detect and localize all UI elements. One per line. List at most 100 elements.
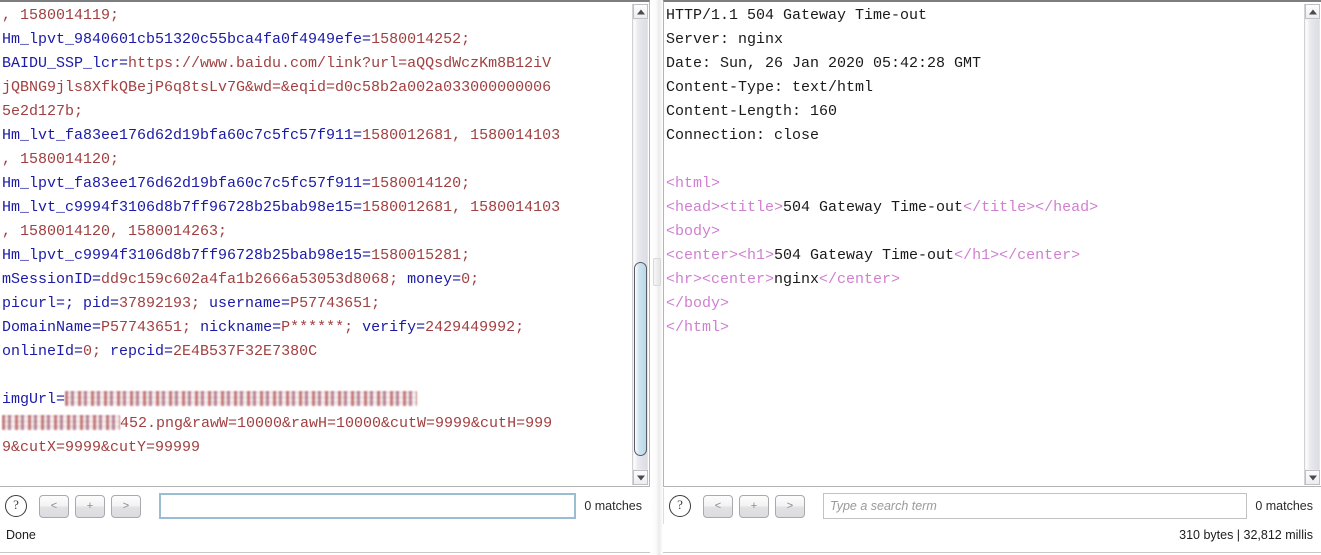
code-token: mSessionID= — [2, 271, 102, 288]
find-next-button[interactable]: > — [111, 494, 141, 518]
code-token: </body> — [666, 295, 730, 312]
scroll-down-arrow-icon[interactable] — [633, 470, 648, 485]
code-line: </html> — [666, 316, 1303, 340]
status-bar-divider — [663, 552, 1321, 553]
request-match-count: 0 matches — [584, 499, 642, 513]
help-icon[interactable]: ? — [5, 495, 27, 517]
code-line: Hm_lpvt_9840601cb51320c55bca4fa0f4949efe… — [2, 28, 631, 52]
code-line: Hm_lpvt_fa83ee176d62d19bfa60c7c5fc57f911… — [2, 172, 631, 196]
code-token: Hm_lpvt_fa83ee176d62d19bfa60c7c5fc57f911… — [2, 175, 372, 192]
response-scroll-track[interactable] — [1306, 20, 1319, 469]
code-token: https://www.baidu.com/link?url=aQQsdWczK… — [128, 55, 552, 72]
splitter-grip-handle[interactable] — [653, 258, 661, 286]
find-add-button[interactable]: + — [75, 494, 105, 518]
code-line: Hm_lpvt_c9994f3106d8b7ff96728b25bab98e15… — [2, 244, 631, 268]
pane-splitter[interactable] — [650, 0, 663, 555]
code-line: onlineId=0; repcid=2E4B537F32E7380C — [2, 340, 631, 364]
code-line: </body> — [666, 292, 1303, 316]
find-previous-button[interactable]: < — [39, 494, 69, 518]
code-token: <head><title> — [666, 199, 784, 216]
code-token: username= — [209, 295, 291, 312]
redacted-text — [65, 391, 418, 406]
code-token: <body> — [666, 223, 721, 240]
code-token: </center> — [819, 271, 901, 288]
status-left-text: Done — [6, 528, 36, 542]
code-token: </title></head> — [963, 199, 1099, 216]
help-icon[interactable]: ? — [669, 495, 691, 517]
find-previous-button[interactable]: < — [703, 494, 733, 518]
code-token: Hm_lpvt_9840601cb51320c55bca4fa0f4949efe… — [2, 31, 372, 48]
code-token: 1580015281; — [371, 247, 471, 264]
code-token: DomainName= — [2, 319, 102, 336]
code-token: 0; — [83, 343, 111, 360]
code-token: 1580014120; — [371, 175, 471, 192]
code-line: <center><h1>504 Gateway Time-out</h1></c… — [666, 244, 1303, 268]
redacted-text — [2, 415, 120, 430]
code-token: jQBNG9jls8XfkQBejP6q8tsLv7G&wd=&eqid=d0c… — [2, 79, 552, 96]
code-token: repcid= — [110, 343, 174, 360]
response-text-area[interactable]: HTTP/1.1 504 Gateway Time-out Server: ngi… — [663, 0, 1321, 487]
code-token: 504 Gateway Time-out — [774, 247, 955, 264]
request-scroll-track[interactable] — [634, 20, 647, 469]
code-token: P57743651; — [290, 295, 381, 312]
code-token: 0; — [461, 271, 480, 288]
code-token: Connection: close — [666, 127, 820, 144]
code-token: onlineId= — [2, 343, 84, 360]
code-token: Hm_lvt_c9994f3106d8b7ff96728b25bab98e15= — [2, 199, 363, 216]
request-find-toolbar: ? < + > 0 matches — [0, 488, 650, 524]
code-token: 504 Gateway Time-out — [783, 199, 964, 216]
code-line: Connection: close — [666, 124, 1303, 148]
find-add-button[interactable]: + — [739, 494, 769, 518]
request-code: , 1580014119; Hm_lpvt_9840601cb51320c55bc… — [2, 4, 631, 460]
scroll-down-arrow-icon[interactable] — [1305, 470, 1320, 485]
code-token: 5e2d127b; — [2, 103, 84, 120]
code-token: pid= — [83, 295, 120, 312]
code-token: 37892193; — [119, 295, 210, 312]
request-search-input[interactable] — [159, 493, 577, 519]
request-vertical-scrollbar[interactable] — [632, 4, 648, 485]
code-token: , 1580014120; — [2, 151, 120, 168]
code-token: Hm_lpvt_c9994f3106d8b7ff96728b25bab98e15… — [2, 247, 372, 264]
code-token: dd9c159c602a4fa1b2666a53053d8068; — [101, 271, 408, 288]
code-line: Hm_lvt_fa83ee176d62d19bfa60c7c5fc57f911=… — [2, 124, 631, 148]
response-vertical-scrollbar[interactable] — [1304, 4, 1320, 485]
response-code: HTTP/1.1 504 Gateway Time-out Server: ngi… — [666, 4, 1303, 340]
request-pane: , 1580014119; Hm_lpvt_9840601cb51320c55bc… — [0, 0, 650, 555]
scroll-up-arrow-icon[interactable] — [1305, 4, 1320, 19]
code-token: 1580012681, 1580014103 — [362, 199, 561, 216]
code-line: <html> — [666, 172, 1303, 196]
code-line: , 1580014120; — [2, 148, 631, 172]
response-search-input[interactable] — [823, 493, 1248, 519]
response-find-toolbar: ? < + > 0 matches — [663, 488, 1321, 524]
code-line: 9&cutX=9999&cutY=99999 — [2, 436, 631, 460]
code-token: <hr><center> — [666, 271, 775, 288]
code-token: , 1580014119; — [2, 7, 120, 24]
code-line: <body> — [666, 220, 1303, 244]
code-token: BAIDU_SSP_lcr= — [2, 55, 129, 72]
scroll-up-arrow-icon[interactable] — [633, 4, 648, 19]
request-scroll-thumb[interactable] — [634, 262, 647, 456]
code-token: nginx — [774, 271, 820, 288]
code-line: DomainName=P57743651; nickname=P******; … — [2, 316, 631, 340]
code-token: imgUrl= — [2, 391, 66, 408]
code-token: picurl=; — [2, 295, 84, 312]
code-line: jQBNG9jls8XfkQBejP6q8tsLv7G&wd=&eqid=d0c… — [2, 76, 631, 100]
code-token: Hm_lvt_fa83ee176d62d19bfa60c7c5fc57f911= — [2, 127, 363, 144]
code-token: money= — [407, 271, 462, 288]
code-token: Content-Length: 160 — [666, 103, 838, 120]
request-text-area[interactable]: , 1580014119; Hm_lpvt_9840601cb51320c55bc… — [0, 0, 650, 487]
code-line: Date: Sun, 26 Jan 2020 05:42:28 GMT — [666, 52, 1303, 76]
code-token: nickname= — [200, 319, 282, 336]
code-line: Content-Type: text/html — [666, 76, 1303, 100]
code-token: 452.png&rawW=10000&rawH=10000&cutW=9999&… — [120, 415, 553, 432]
code-line: HTTP/1.1 504 Gateway Time-out — [666, 4, 1303, 28]
code-line: <head><title>504 Gateway Time-out</title… — [666, 196, 1303, 220]
code-token: 2E4B537F32E7380C — [173, 343, 318, 360]
code-line: mSessionID=dd9c159c602a4fa1b2666a53053d8… — [2, 268, 631, 292]
response-pane: HTTP/1.1 504 Gateway Time-out Server: ngi… — [663, 0, 1321, 555]
code-token: <html> — [666, 175, 721, 192]
code-line: picurl=; pid=37892193; username=P5774365… — [2, 292, 631, 316]
code-token: <center><h1> — [666, 247, 775, 264]
find-next-button[interactable]: > — [775, 494, 805, 518]
